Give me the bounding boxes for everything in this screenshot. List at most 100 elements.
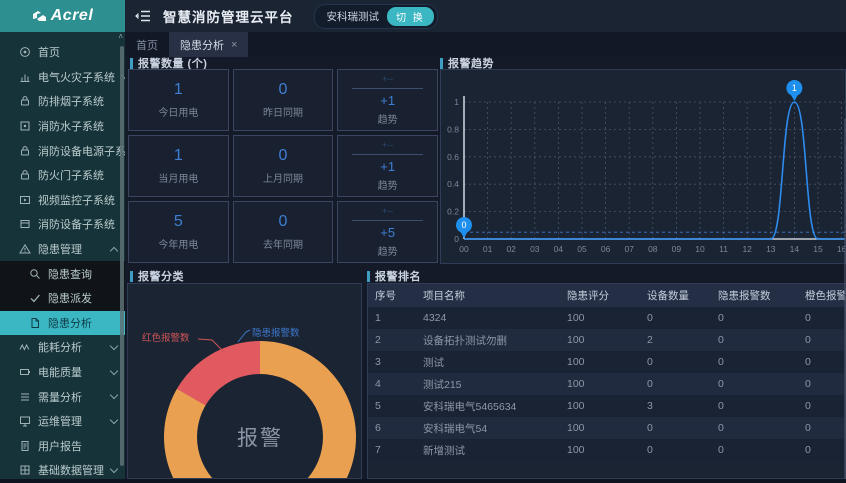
sidebar-item-电气火灾子系统[interactable]: 电气火灾子系统 [0,65,125,90]
column-header: 设备数量 [640,284,711,307]
data-point-marker: 1 [786,80,802,101]
chevron-down-icon [110,391,118,399]
sidebar-item-消防设备电源子系统[interactable]: 消防设备电源子系统 [0,138,125,163]
table-cell: 0 [640,417,711,439]
table-row: 2设备拓扑测试勿删100200 [368,329,846,351]
lock-icon [19,95,31,107]
stat-card: 1当月用电 [128,135,229,197]
sidebar-item-用户报告[interactable]: 用户报告 [0,434,125,459]
table-cell: 100 [560,439,640,461]
stat-card: +--+1趋势 [337,69,438,131]
alarm-ranking-table-container: 序号项目名称隐患评分设备数量隐患报警数橙色报警数143241000002设备拓扑… [367,283,846,479]
stat-card: +--+1趋势 [337,135,438,197]
stat-value: 0 [279,81,288,99]
tab-bar: 首页隐患分析 × [125,32,846,57]
search-icon [29,268,41,280]
sidebar-item-运维管理[interactable]: 运维管理 [0,409,125,434]
donut-center-label: 报警 [197,374,323,479]
organization-badge: 安科瑞测试 切 换 [314,4,438,29]
alarm-ranking-panel-title: 报警排名 [367,270,421,282]
app-root: Acrel 首页电气火灾子系统防排烟子系统消防水子系统消防设备电源子系统防火门子… [0,0,846,479]
stat-label: 上月同期 [263,170,303,185]
table-cell: 6 [368,417,416,439]
svg-text:07: 07 [624,244,634,254]
alarm-trend-chart: 00.20.40.60.8100010203040506070809101112… [440,69,846,264]
sidebar-item-需量分析[interactable]: 需量分析 [0,384,125,409]
stat-value: 0 [279,147,288,165]
tab-隐患分析[interactable]: 隐患分析 × [169,32,248,57]
svg-text:1: 1 [792,83,797,93]
svg-text:09: 09 [672,244,682,254]
sidebar-item-隐患管理[interactable]: 隐患管理 [0,237,125,262]
organization-name: 安科瑞测试 [327,9,380,24]
table-cell: 4324 [416,307,560,329]
table-row: 6安科瑞电气54100000 [368,417,846,439]
device-icon [19,218,31,230]
main-content: 报警数量 (个) 1今日用电0昨日同期+--+1趋势1当月用电0上月同期+--+… [125,57,846,479]
svg-text:15: 15 [813,244,823,254]
stat-label: 当月用电 [158,170,198,185]
brand-logo[interactable]: Acrel [0,0,125,32]
sidebar-scrollbar[interactable] [120,46,124,466]
collapse-sidebar-icon[interactable] [135,10,151,22]
stat-label: 今年用电 [158,236,198,251]
sidebar-item-label: 隐患分析 [48,315,92,331]
stat-label: 今日用电 [158,104,198,119]
table-cell: 测试 [416,351,560,373]
svg-text:0.2: 0.2 [447,207,459,217]
sidebar-item-隐患分析[interactable]: 隐患分析 [0,311,125,336]
table-cell: 0 [798,307,846,329]
stat-label: 昨日同期 [263,104,303,119]
sidebar-item-防火门子系统[interactable]: 防火门子系统 [0,163,125,188]
sidebar-item-label: 运维管理 [38,413,82,429]
svg-text:13: 13 [766,244,776,254]
sidebar-item-消防水子系统[interactable]: 消防水子系统 [0,114,125,139]
table-cell: 7 [368,439,416,461]
title-accent-bar [130,271,133,282]
page-title: 智慧消防管理云平台 [163,6,294,26]
sidebar-item-label: 防火门子系统 [38,167,104,183]
svg-text:02: 02 [506,244,516,254]
table-cell: 100 [560,373,640,395]
table-cell: 0 [798,395,846,417]
trend-top-value: +-- [382,206,393,216]
table-row: 4测试215100000 [368,373,846,395]
stat-label: 趋势 [378,243,398,258]
stat-card: 1今日用电 [128,69,229,131]
sidebar-item-消防设备子系统[interactable]: 消防设备子系统 [0,212,125,237]
sidebar-item-label: 需量分析 [38,389,82,405]
tab-首页[interactable]: 首页 [125,32,169,57]
sidebar-item-电能质量[interactable]: 电能质量 [0,360,125,385]
svg-text:01: 01 [483,244,493,254]
table-cell: 0 [640,373,711,395]
alarm-category-panel-title: 报警分类 [130,270,184,282]
svg-text:10: 10 [695,244,705,254]
tab-close-icon[interactable]: × [231,40,237,50]
sidebar-item-label: 隐患查询 [48,266,92,282]
svg-text:0: 0 [461,220,466,230]
svg-text:0.4: 0.4 [447,179,459,189]
table-cell: 100 [560,307,640,329]
table-cell: 0 [711,307,798,329]
sidebar-item-视频监控子系统[interactable]: 视频监控子系统 [0,188,125,213]
sidebar-item-能耗分析[interactable]: 能耗分析 [0,335,125,360]
table-cell: 2 [640,329,711,351]
sidebar-item-label: 隐患派发 [48,290,92,306]
sidebar-item-防排烟子系统[interactable]: 防排烟子系统 [0,89,125,114]
lock-icon [19,145,31,157]
sidebar-item-隐患查询[interactable]: 隐患查询 [0,261,125,286]
sidebar-item-首页[interactable]: 首页 [0,40,125,65]
table-cell: 设备拓扑测试勿删 [416,329,560,351]
trend-divider [352,220,423,221]
table-cell: 3 [368,351,416,373]
column-header: 隐患评分 [560,284,640,307]
svg-text:12: 12 [742,244,752,254]
sidebar-item-隐患派发[interactable]: 隐患派发 [0,286,125,311]
switch-org-button[interactable]: 切 换 [387,7,434,26]
lock-icon [19,169,31,181]
title-accent-bar [130,58,133,69]
stat-label: 趋势 [378,111,398,126]
sidebar-scroll-up-icon[interactable]: ˄ [118,33,123,41]
tab-label: 隐患分析 [180,37,224,53]
alarm-ranking-table: 序号项目名称隐患评分设备数量隐患报警数橙色报警数143241000002设备拓扑… [368,284,846,461]
